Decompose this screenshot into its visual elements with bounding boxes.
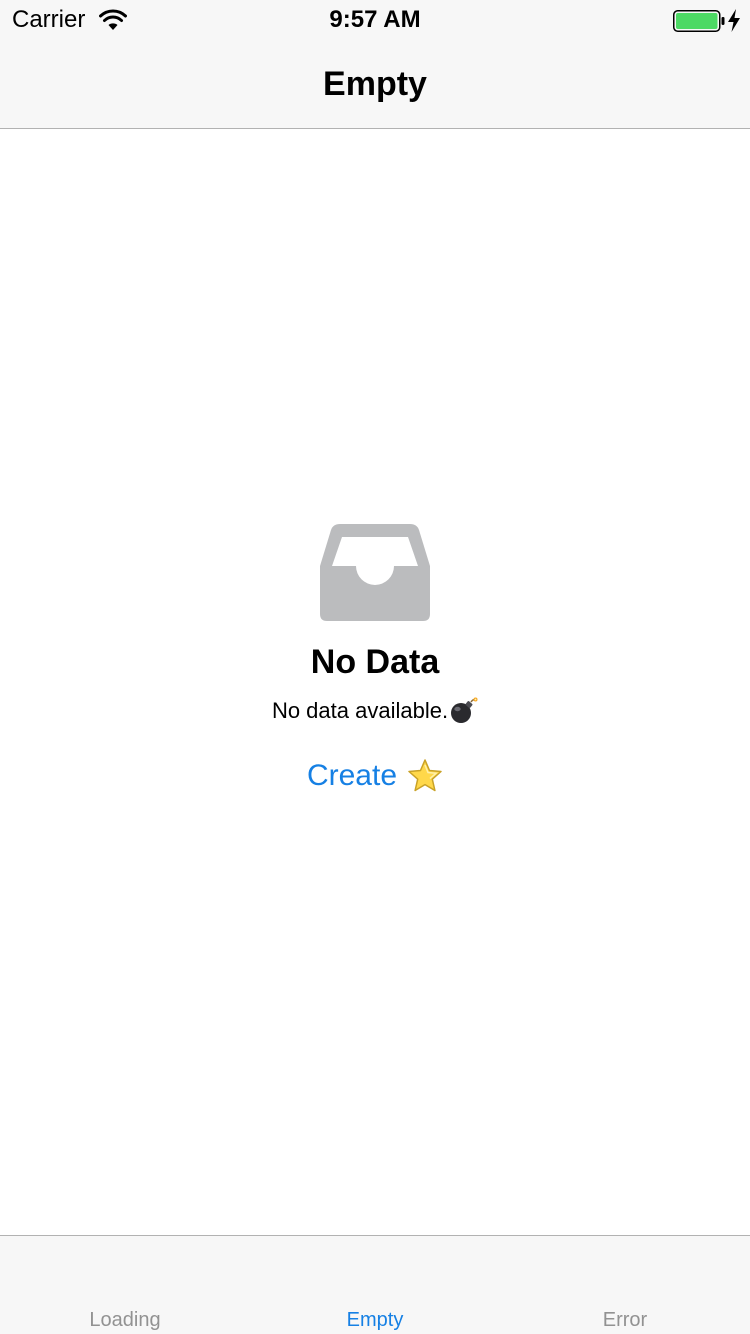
screen: Carrier 9:57 AM Empty No Data No data av… (0, 0, 750, 1334)
inbox-tray-icon (320, 524, 430, 621)
charging-bolt-icon (728, 9, 740, 32)
navigation-bar: Carrier 9:57 AM Empty (0, 0, 750, 129)
bomb-icon (451, 697, 478, 723)
empty-state: No Data No data available. Create (0, 520, 750, 796)
status-bar: Carrier 9:57 AM (0, 0, 750, 40)
battery-full-icon (673, 10, 725, 32)
tab-empty[interactable]: Empty (250, 1308, 500, 1332)
empty-title: No Data (310, 643, 440, 681)
empty-description: No data available. (0, 696, 750, 726)
empty-description-text: No data available. (271, 698, 449, 723)
star-icon (408, 759, 442, 792)
create-button-label: Create (306, 759, 398, 792)
create-button[interactable]: Create (307, 756, 443, 796)
tab-error[interactable]: Error (500, 1308, 750, 1332)
page-title: Empty (323, 65, 427, 103)
tab-bar: Loading Empty Error (0, 1235, 750, 1334)
status-time: 9:57 AM (329, 6, 421, 33)
tab-loading[interactable]: Loading (0, 1308, 250, 1332)
